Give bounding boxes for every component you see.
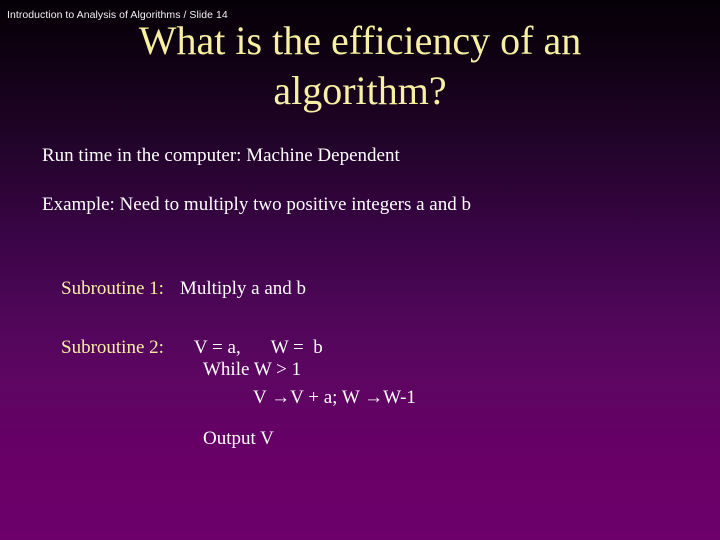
bullet-example: Example: Need to multiply two positive i…: [42, 194, 471, 215]
slide-title: What is the efficiency of an algorithm?: [100, 16, 620, 116]
slide-title-line-2: algorithm?: [273, 68, 447, 113]
while-body-statement: V →V + a; W →W-1: [253, 387, 416, 408]
slide-canvas: Introduction to Analysis of Algorithms /…: [0, 0, 720, 540]
subroutine-1-label: Subroutine 1:: [61, 278, 164, 299]
slide-title-line-1: What is the efficiency of an: [138, 18, 582, 63]
subroutine-2-label: Subroutine 2:: [61, 337, 164, 358]
output-statement: Output V: [203, 428, 274, 449]
subroutine-1-text: Multiply a and b: [179, 278, 307, 299]
subroutine-2-assign-w: W = b: [270, 337, 323, 358]
slide-header-breadcrumb: Introduction to Analysis of Algorithms /…: [7, 9, 228, 21]
subroutine-2-assign-v: V = a,: [193, 337, 241, 358]
bullet-run-time: Run time in the computer: Machine Depend…: [42, 145, 400, 166]
while-condition: While W > 1: [203, 359, 302, 380]
